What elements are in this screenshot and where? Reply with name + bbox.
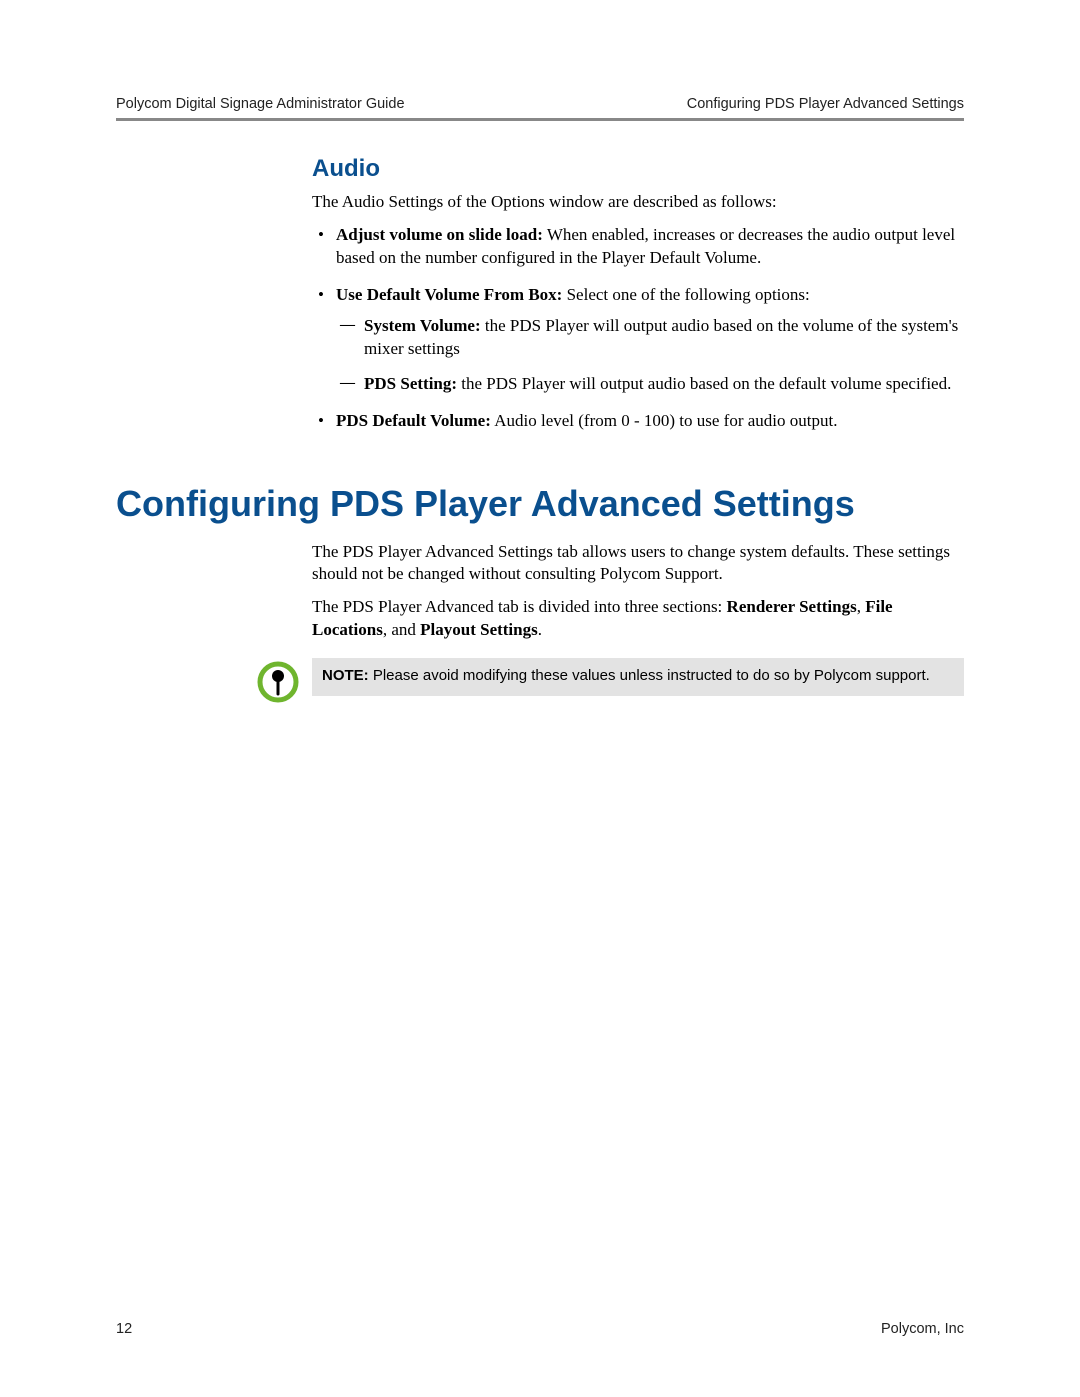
para2-end: . (538, 620, 542, 639)
note-label: NOTE: (322, 667, 369, 684)
bullet-text: Select one of the following options: (562, 285, 809, 304)
para2-b1: Renderer Settings (727, 597, 857, 616)
sub-pds-setting: PDS Setting: the PDS Player will output … (336, 373, 964, 396)
advanced-section: The PDS Player Advanced Settings tab all… (312, 541, 964, 710)
bullet-default-volume: PDS Default Volume: Audio level (from 0 … (312, 410, 964, 433)
audio-bullet-list: Adjust volume on slide load: When enable… (312, 224, 964, 433)
sub-label: System Volume: (364, 316, 481, 335)
advanced-heading: Configuring PDS Player Advanced Settings (116, 483, 964, 525)
note-row: NOTE: Please avoid modifying these value… (256, 658, 964, 709)
sub-label: PDS Setting: (364, 374, 457, 393)
bullet-label: Use Default Volume From Box: (336, 285, 562, 304)
bullet-use-default: Use Default Volume From Box: Select one … (312, 284, 964, 396)
note-box: NOTE: Please avoid modifying these value… (312, 658, 964, 696)
page-header: Polycom Digital Signage Administrator Gu… (116, 96, 964, 118)
document-page: Polycom Digital Signage Administrator Gu… (0, 0, 1080, 1397)
page-footer: 12 Polycom, Inc (116, 1321, 964, 1337)
page-number: 12 (116, 1321, 132, 1337)
para2-b3: Playout Settings (420, 620, 538, 639)
audio-intro: The Audio Settings of the Options window… (312, 191, 964, 214)
para2-sep1: , (857, 597, 866, 616)
para2-start: The PDS Player Advanced tab is divided i… (312, 597, 727, 616)
bullet-text: Audio level (from 0 - 100) to use for au… (491, 411, 838, 430)
sub-text: the PDS Player will output audio based o… (457, 374, 951, 393)
sub-system-volume: System Volume: the PDS Player will outpu… (336, 315, 964, 361)
audio-section: Audio The Audio Settings of the Options … (312, 155, 964, 433)
para2-sep2: , and (383, 620, 420, 639)
bullet-label: Adjust volume on slide load: (336, 225, 543, 244)
header-left: Polycom Digital Signage Administrator Gu… (116, 96, 405, 112)
sub-option-list: System Volume: the PDS Player will outpu… (336, 315, 964, 396)
footer-company: Polycom, Inc (881, 1321, 964, 1337)
audio-heading: Audio (312, 155, 964, 183)
pin-icon (256, 660, 300, 709)
note-text: Please avoid modifying these values unle… (369, 667, 930, 684)
header-right: Configuring PDS Player Advanced Settings (687, 96, 964, 112)
header-rule (116, 118, 964, 121)
bullet-label: PDS Default Volume: (336, 411, 491, 430)
advanced-para1: The PDS Player Advanced Settings tab all… (312, 541, 964, 587)
advanced-para2: The PDS Player Advanced tab is divided i… (312, 596, 964, 642)
bullet-adjust-volume: Adjust volume on slide load: When enable… (312, 224, 964, 270)
